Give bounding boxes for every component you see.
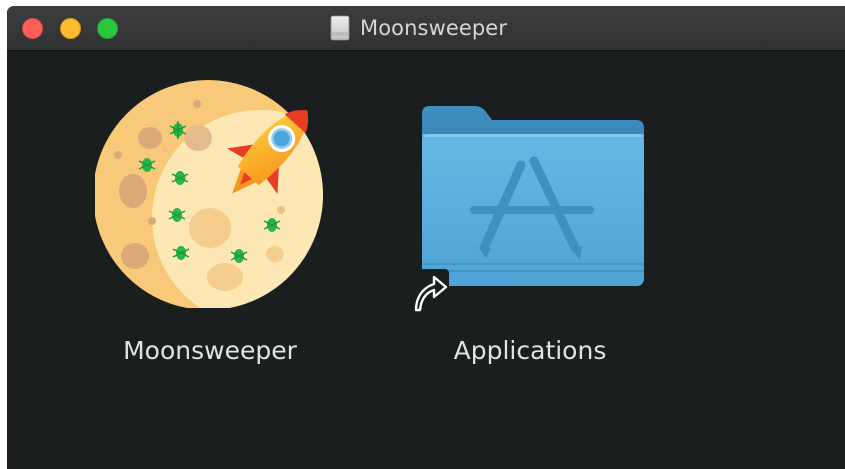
minimize-button[interactable] — [60, 18, 81, 39]
moonsweeper-label[interactable]: Moonsweeper — [100, 336, 320, 365]
window-title: Moonsweeper — [327, 15, 507, 41]
alias-arrow-icon — [411, 269, 449, 313]
window-title-text: Moonsweeper — [360, 16, 508, 40]
finder-window: Moonsweeper Moonsweeper Applications — [7, 6, 845, 469]
moon-rocket-app-icon[interactable] — [95, 78, 325, 308]
applications-label[interactable]: Applications — [420, 336, 640, 365]
close-button[interactable] — [22, 18, 43, 39]
disk-image-icon — [330, 15, 350, 41]
title-bar[interactable]: Moonsweeper — [7, 6, 845, 51]
zoom-button[interactable] — [97, 18, 118, 39]
